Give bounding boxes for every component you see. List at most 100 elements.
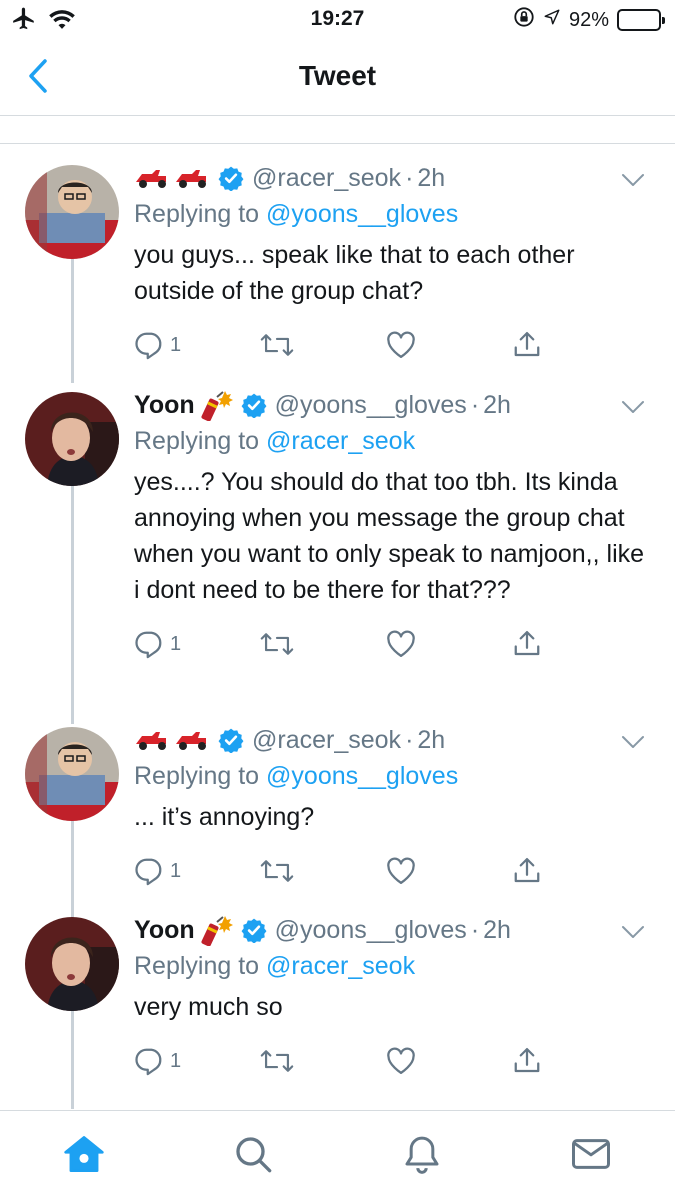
separator-dot: · <box>405 725 414 754</box>
reply-count: 1 <box>170 859 182 882</box>
avatar[interactable] <box>25 165 119 259</box>
reply-button[interactable]: 1 <box>134 629 260 659</box>
verified-badge-icon <box>241 392 267 418</box>
share-icon <box>514 332 540 357</box>
previous-tweet-edge <box>0 116 675 144</box>
tweet-text: very much so <box>134 993 283 1021</box>
tweet-body: Yoon @yoons__gloves · 2h Replying to @ra… <box>134 913 645 1081</box>
tab-home[interactable] <box>44 1124 124 1184</box>
separator-dot: · <box>405 163 414 192</box>
race-car-emoji <box>134 728 212 752</box>
timestamp[interactable]: 2h <box>483 391 511 420</box>
reply-mention-link[interactable]: @racer_seok <box>266 427 415 455</box>
status-right: 92% <box>513 6 665 34</box>
retweet-icon <box>260 860 294 882</box>
notifications-icon <box>405 1136 439 1174</box>
home-icon <box>64 1135 105 1172</box>
replying-prefix: Replying to <box>134 200 267 228</box>
status-bar: 19:27 92% <box>0 0 675 40</box>
share-icon <box>514 1048 540 1073</box>
handle[interactable]: @racer_seok <box>252 164 401 193</box>
reply-button[interactable]: 1 <box>134 330 260 360</box>
thread-connector <box>71 1009 74 1109</box>
timestamp[interactable]: 2h <box>417 726 445 755</box>
race-car-emoji <box>134 166 212 190</box>
tweet-actions: 1 <box>134 624 645 664</box>
reply-count: 1 <box>170 632 182 655</box>
tweet-actions: 1 <box>134 1041 645 1081</box>
share-icon <box>514 631 540 656</box>
replying-prefix: Replying to <box>134 952 267 980</box>
handle[interactable]: @racer_seok <box>252 726 401 755</box>
verified-badge-icon <box>218 165 244 191</box>
like-button[interactable] <box>386 630 512 658</box>
tab-notifications[interactable] <box>382 1124 462 1184</box>
nav-bar: Tweet <box>0 40 675 116</box>
reply-icon <box>135 858 162 886</box>
tab-search[interactable] <box>213 1124 293 1184</box>
retweet-icon <box>260 633 294 655</box>
messages-icon <box>571 1138 610 1169</box>
retweet-button[interactable] <box>260 330 386 360</box>
retweet-button[interactable] <box>260 1046 386 1076</box>
reply-mention-link[interactable]: @racer_seok <box>266 952 415 980</box>
share-icon <box>514 858 540 883</box>
retweet-icon <box>260 1050 294 1072</box>
chevron-down-icon[interactable] <box>621 392 645 421</box>
reply-mention-link[interactable]: @yoons__gloves <box>266 762 458 790</box>
chevron-down-icon[interactable] <box>621 727 645 756</box>
retweet-button[interactable] <box>260 856 386 886</box>
replying-to: Replying to @yoons__gloves <box>134 759 645 793</box>
tweet-text: ... it’s annoying? <box>134 803 315 831</box>
page-title: Tweet <box>298 60 377 91</box>
like-button[interactable] <box>386 1047 512 1075</box>
replying-prefix: Replying to <box>134 762 267 790</box>
tweet-header: Yoon @yoons__gloves · 2h <box>134 388 645 422</box>
verified-badge-icon <box>241 917 267 943</box>
replying-to: Replying to @racer_seok <box>134 949 645 983</box>
share-button[interactable] <box>512 856 638 886</box>
firecracker-emoji <box>201 914 235 946</box>
share-button[interactable] <box>512 629 638 659</box>
chevron-down-icon[interactable] <box>621 917 645 946</box>
reply-count: 1 <box>170 333 182 356</box>
avatar[interactable] <box>25 727 119 821</box>
like-button[interactable] <box>386 331 512 359</box>
tweet-body: @racer_seok · 2h Replying to @yoons__glo… <box>134 161 645 365</box>
replying-to: Replying to @yoons__gloves <box>134 197 645 231</box>
thread-connector <box>71 819 74 918</box>
chevron-down-icon[interactable] <box>621 165 645 194</box>
reply-icon <box>135 1048 162 1076</box>
avatar[interactable] <box>25 392 119 486</box>
tweet-header: @racer_seok · 2h <box>134 161 645 195</box>
tweet-text: you guys... speak like that to each othe… <box>134 241 575 305</box>
tab-messages[interactable] <box>551 1124 631 1184</box>
display-name[interactable]: Yoon <box>134 916 195 945</box>
firecracker-emoji <box>201 389 235 421</box>
reply-icon <box>135 332 162 360</box>
heart-icon <box>387 630 415 657</box>
reply-count: 1 <box>170 1049 182 1072</box>
tab-bar <box>0 1110 675 1200</box>
avatar[interactable] <box>25 917 119 1011</box>
tweet-body: @racer_seok · 2h Replying to @yoons__glo… <box>134 723 645 891</box>
tweet-text: yes....? You should do that too tbh. Its… <box>134 468 645 604</box>
battery-percent: 92% <box>568 8 609 31</box>
share-button[interactable] <box>512 1046 638 1076</box>
verified-badge-icon <box>218 727 244 753</box>
heart-icon <box>387 331 415 358</box>
like-button[interactable] <box>386 857 512 885</box>
timestamp[interactable]: 2h <box>417 164 445 193</box>
reply-mention-link[interactable]: @yoons__gloves <box>266 200 458 228</box>
thread-connector <box>71 257 74 383</box>
reply-button[interactable]: 1 <box>134 1046 260 1076</box>
handle[interactable]: @yoons__gloves <box>275 916 467 945</box>
retweet-button[interactable] <box>260 629 386 659</box>
timestamp[interactable]: 2h <box>483 916 511 945</box>
location-icon <box>543 8 561 32</box>
handle[interactable]: @yoons__gloves <box>275 391 467 420</box>
reply-button[interactable]: 1 <box>134 856 260 886</box>
heart-icon <box>387 1047 415 1074</box>
share-button[interactable] <box>512 330 638 360</box>
display-name[interactable]: Yoon <box>134 391 195 420</box>
